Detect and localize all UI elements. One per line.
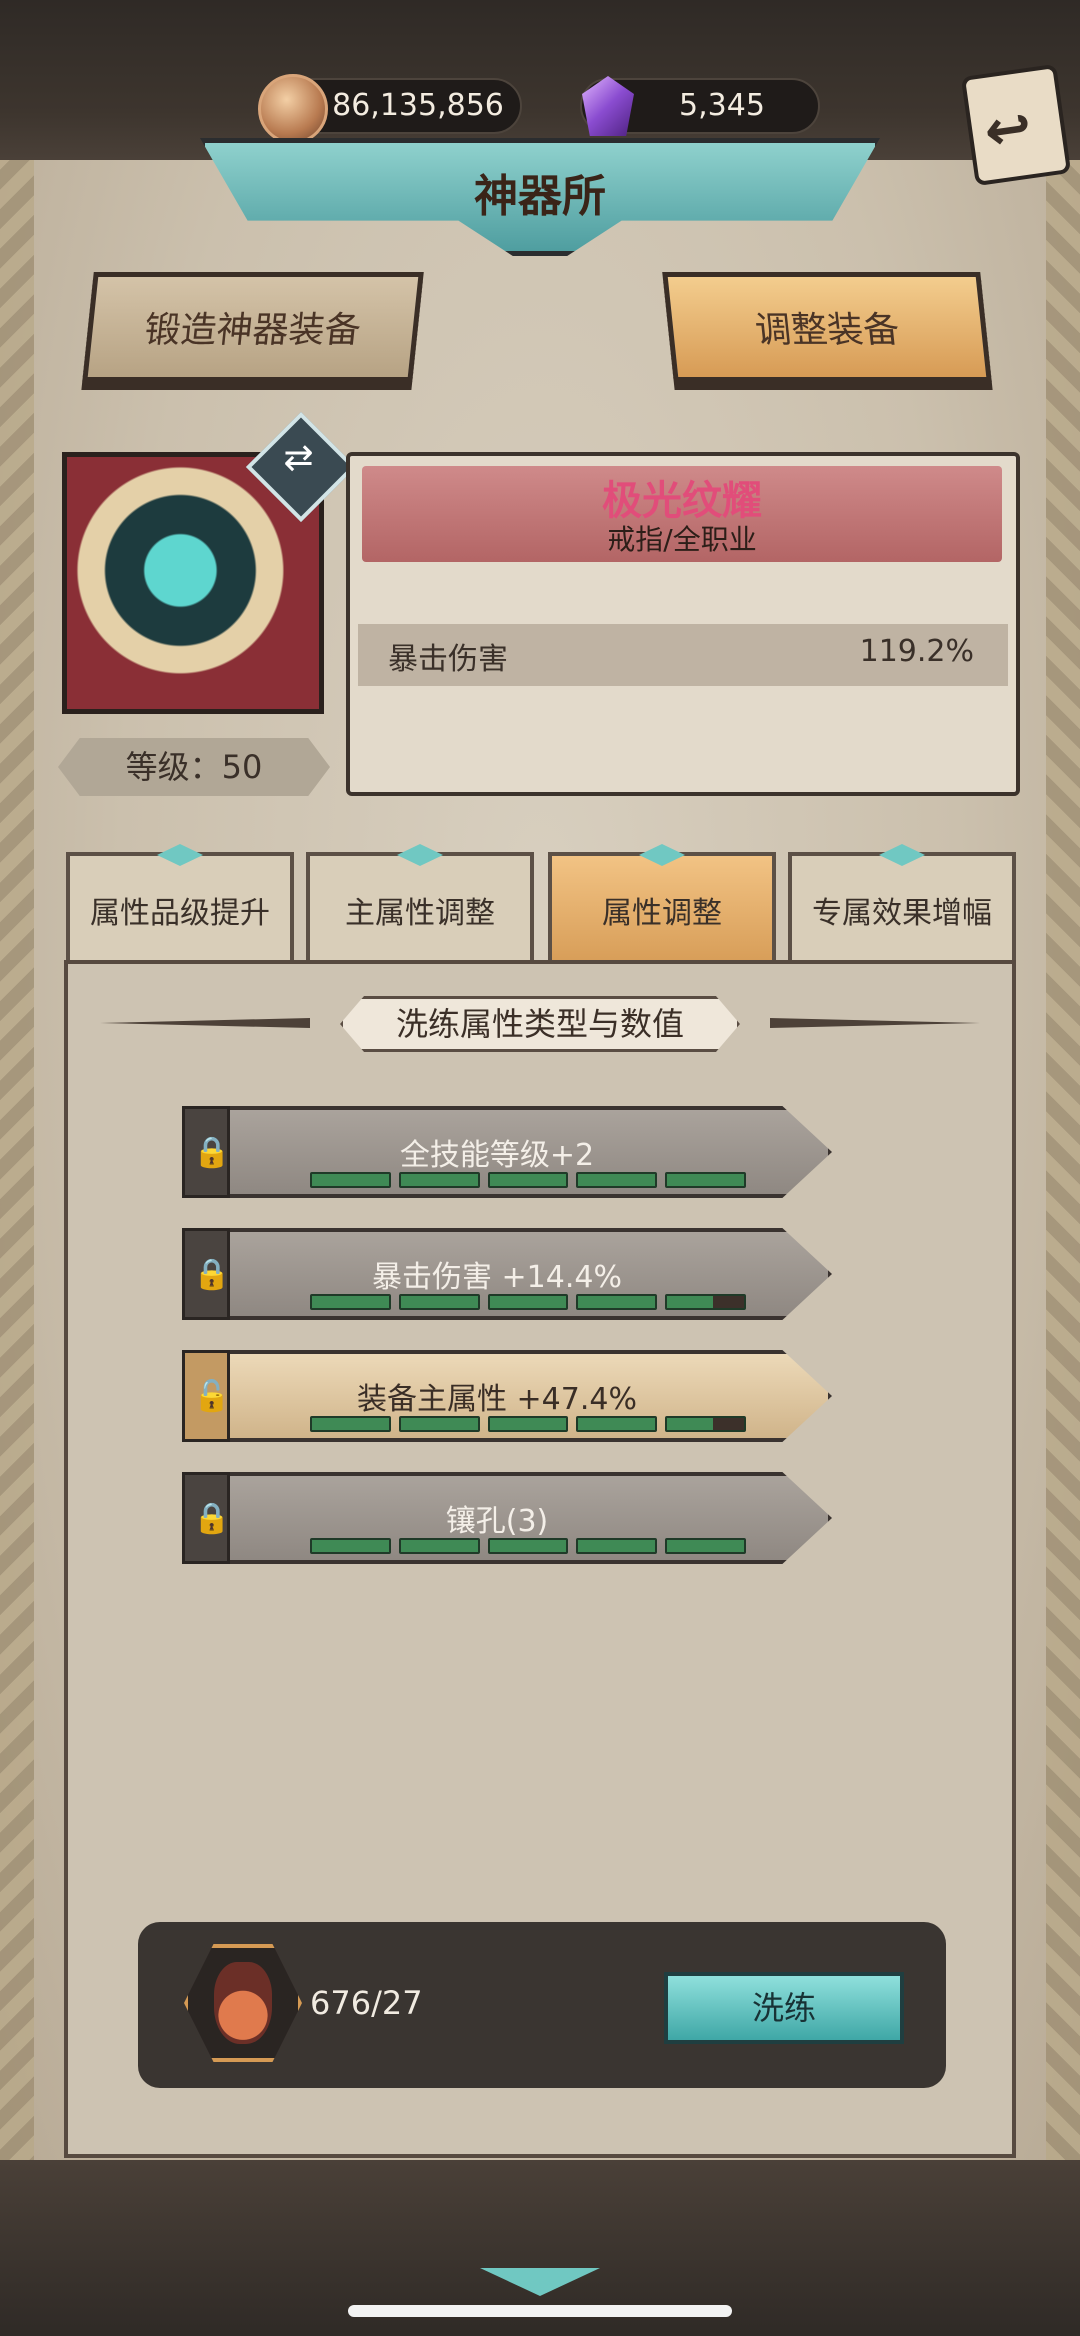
- tab-exclusive-boost[interactable]: 专属效果增幅: [788, 844, 1016, 960]
- attribute-label: 暴击伤害 +14.4%: [372, 1260, 622, 1295]
- coin-icon: [258, 74, 328, 144]
- swap-icon: ⇄: [283, 437, 314, 479]
- coin-counter: 86,135,856: [258, 74, 522, 144]
- gem-value: 5,345: [679, 88, 765, 123]
- item-type: 戒指/全职业: [607, 523, 757, 556]
- main-stat-value: 119.2%: [859, 634, 974, 669]
- gem-icon: [582, 76, 634, 136]
- forge-artifact-tab[interactable]: 锻造神器装备: [82, 272, 424, 382]
- adjust-equipment-tab[interactable]: 调整装备: [662, 272, 992, 382]
- item-level: 等级：50: [58, 738, 330, 796]
- tab-label: 属性品级提升: [90, 896, 270, 931]
- tab-label: 专属效果增幅: [812, 896, 992, 931]
- back-button[interactable]: ↩: [960, 63, 1072, 187]
- frame-right-border: [1046, 150, 1080, 2200]
- attribute-label: 装备主属性 +47.4%: [357, 1382, 637, 1417]
- page-title: 神器所: [474, 171, 606, 222]
- section-title: 洗练属性类型与数值: [340, 996, 740, 1052]
- gem-counter: 5,345: [580, 76, 820, 136]
- main-stat-label: 暴击伤害: [388, 642, 508, 677]
- tab-label: 主属性调整: [345, 896, 495, 931]
- home-indicator[interactable]: [348, 2305, 732, 2317]
- tab-label: 属性调整: [602, 896, 722, 931]
- back-arrow-icon: ↩: [980, 94, 1036, 166]
- attribute-progress: [310, 1538, 746, 1554]
- attribute-progress: [310, 1416, 746, 1432]
- reforge-button[interactable]: 洗练: [664, 1972, 904, 2044]
- attribute-progress: [310, 1294, 746, 1310]
- tab-main-attribute[interactable]: 主属性调整: [306, 844, 534, 960]
- potion-icon[interactable]: [214, 1962, 272, 2044]
- attribute-label: 全技能等级+2: [399, 1138, 595, 1173]
- tab-attribute-quality[interactable]: 属性品级提升: [66, 844, 294, 960]
- top-band: [0, 0, 1080, 160]
- frame-left-border: [0, 150, 34, 2200]
- attribute-progress: [310, 1172, 746, 1188]
- tab-attribute-adjust[interactable]: 属性调整: [548, 844, 776, 972]
- attribute-label: 镶孔(3): [445, 1504, 549, 1539]
- cost-count: 676/27: [310, 1984, 423, 2022]
- coin-value: 86,135,856: [332, 88, 504, 123]
